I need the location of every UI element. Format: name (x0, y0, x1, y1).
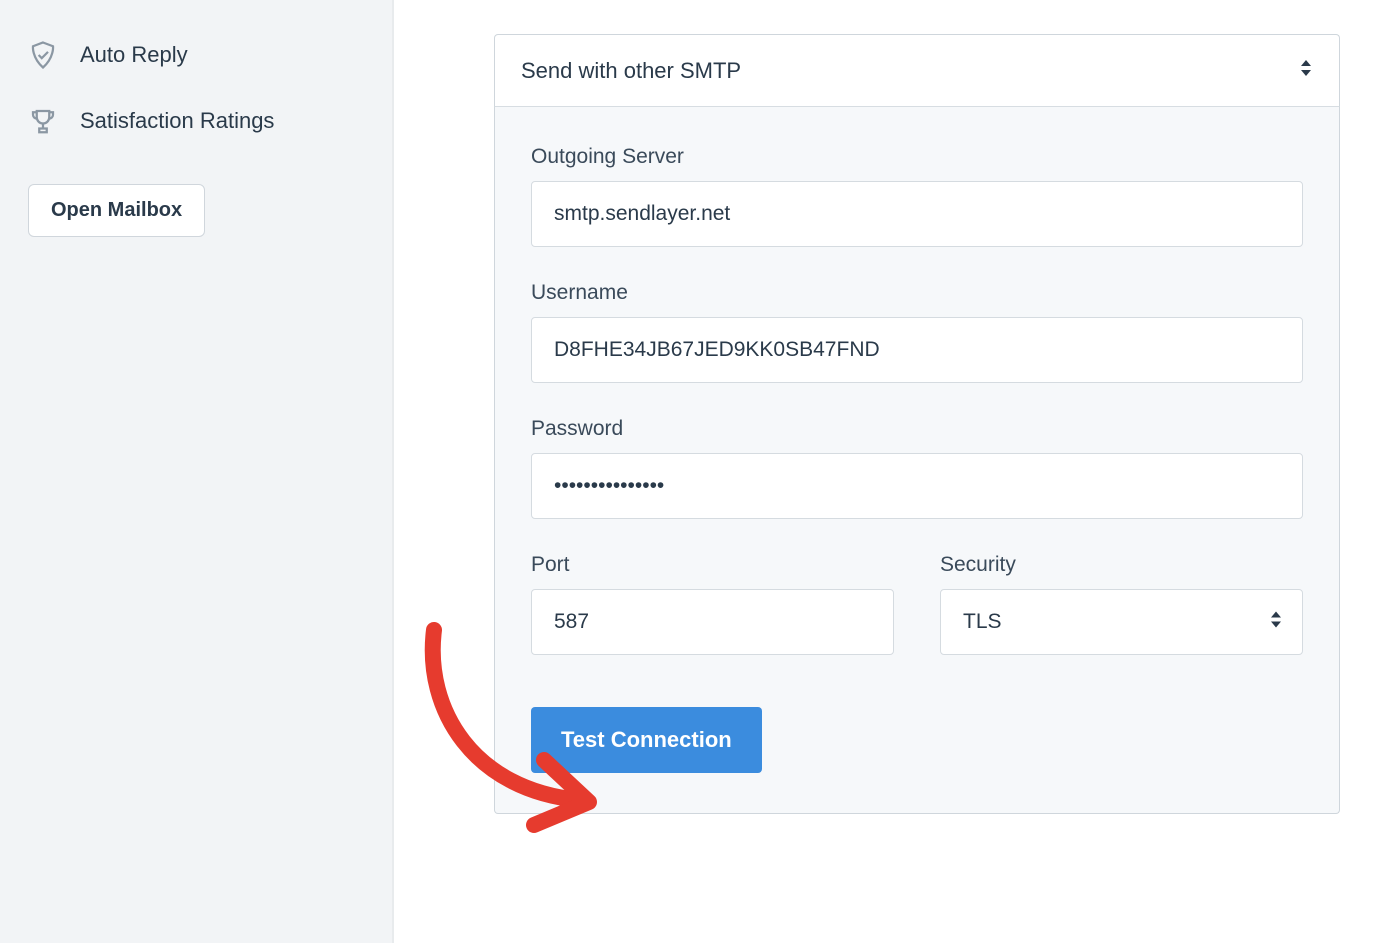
security-select[interactable] (940, 589, 1303, 655)
sort-icon (1299, 57, 1313, 84)
sidebar: Auto Reply Satisfaction Ratings Open Mai… (0, 0, 394, 943)
security-label: Security (940, 553, 1303, 577)
smtp-method-select[interactable]: Send with other SMTP (494, 34, 1340, 107)
password-input[interactable] (531, 453, 1303, 519)
smtp-config-panel: Outgoing Server Username Password Port S… (494, 107, 1340, 814)
sidebar-item-auto-reply[interactable]: Auto Reply (0, 22, 392, 88)
shield-check-icon (28, 40, 58, 70)
outgoing-server-input[interactable] (531, 181, 1303, 247)
outgoing-server-label: Outgoing Server (531, 145, 1303, 169)
sidebar-item-satisfaction[interactable]: Satisfaction Ratings (0, 88, 392, 154)
sidebar-item-label: Auto Reply (80, 42, 188, 68)
smtp-method-label: Send with other SMTP (521, 58, 741, 84)
port-input[interactable] (531, 589, 894, 655)
open-mailbox-button[interactable]: Open Mailbox (28, 184, 205, 237)
password-label: Password (531, 417, 1303, 441)
sidebar-item-label: Satisfaction Ratings (80, 108, 274, 134)
username-input[interactable] (531, 317, 1303, 383)
port-label: Port (531, 553, 894, 577)
security-value[interactable] (940, 589, 1303, 655)
username-label: Username (531, 281, 1303, 305)
trophy-icon (28, 106, 58, 136)
test-connection-button[interactable]: Test Connection (531, 707, 762, 773)
main-content: Send with other SMTP Outgoing Server Use… (394, 0, 1400, 943)
